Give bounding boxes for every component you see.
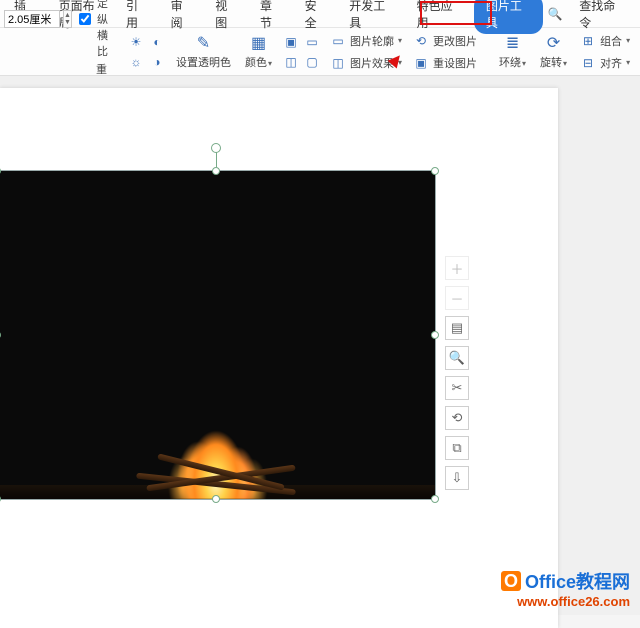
image-selection-frame[interactable] [0, 170, 436, 500]
magnifier-icon[interactable]: 🔍 [445, 346, 469, 370]
rotate-icon: ⟳ [544, 33, 564, 53]
rotate-stem [216, 151, 217, 167]
menu-section[interactable]: 章节 [250, 0, 293, 35]
rotate-handle[interactable] [211, 143, 221, 153]
search-command[interactable]: 🔍 查找命令 [545, 0, 640, 35]
wrap-icon: ≣ [503, 33, 523, 53]
contrast-icon[interactable]: ◐ [148, 33, 166, 51]
shadow-icon[interactable]: ◫ [282, 53, 300, 71]
group-button[interactable]: ⊞ 组合▾ [577, 31, 632, 51]
align-button[interactable]: ⊟ 对齐▾ [577, 53, 632, 73]
change-icon: ⟲ [412, 32, 430, 50]
effect-icon: ◫ [329, 54, 347, 72]
reset-pic-icon: ▣ [412, 54, 430, 72]
lock-aspect-checkbox[interactable] [79, 13, 91, 25]
layout-options-icon[interactable]: ▤ [445, 316, 469, 340]
inserted-image[interactable] [0, 171, 435, 499]
handle-s[interactable] [212, 495, 220, 503]
handle-e[interactable] [431, 331, 439, 339]
compress-icon[interactable]: ▣ [282, 33, 300, 51]
crop-icon[interactable]: ✂ [445, 376, 469, 400]
contrast-down-icon[interactable]: ◑ [148, 53, 166, 71]
watermark-url: www.office26.com [517, 594, 630, 609]
group-icon: ⊞ [579, 32, 597, 50]
ribbon-toolbar: ▲▼ 锁定纵横比 ▲▼ �ானவ 重设大小 ☀ ◐ ☼ ◑ ✎ 设置透明色 ▦ … [0, 28, 640, 76]
reset-picture-button[interactable]: ▣ 重设图片 [410, 53, 479, 73]
copy-icon[interactable]: ⧉ [445, 436, 469, 460]
watermark-title: Office教程网 [525, 568, 630, 594]
set-transparent-button[interactable]: ✎ 设置透明色 [172, 31, 235, 72]
image-logs [116, 463, 316, 491]
handle-ne[interactable] [431, 167, 439, 175]
change-picture-button[interactable]: ⟲ 更改图片 [410, 31, 479, 51]
height-spinner[interactable]: ▲▼ [63, 10, 72, 28]
color-icon: ▦ [249, 33, 269, 53]
align-icon: ⊟ [579, 54, 597, 72]
menu-security[interactable]: 安全 [295, 0, 338, 35]
outline-icon: ▭ [329, 32, 347, 50]
outline-button[interactable]: ▭ 图片轮廓▾ [327, 31, 404, 51]
zoom-in-icon[interactable]: ＋ [445, 256, 469, 280]
rotate-button[interactable]: ⟳ 旋转▾ [536, 31, 571, 72]
wand-icon: ✎ [194, 33, 214, 53]
tab-picture-tools[interactable]: 图片工具 [474, 0, 543, 34]
menu-dev-tools[interactable]: 开发工具 [339, 0, 404, 35]
color-button[interactable]: ▦ 颜色▾ [241, 31, 276, 72]
search-icon: 🔍 [545, 5, 565, 23]
adjust-icons: ☀ ◐ ☼ ◑ [127, 33, 166, 71]
wrap-button[interactable]: ≣ 环绕▾ [495, 31, 530, 72]
handle-n[interactable] [212, 167, 220, 175]
watermark-logo-icon: O [501, 571, 521, 591]
height-input[interactable] [4, 10, 60, 28]
search-label: 查找命令 [569, 0, 632, 35]
export-icon[interactable]: ⇩ [445, 466, 469, 490]
document-area: ＋ － ▤ 🔍 ✂ ⟲ ⧉ ⇩ [0, 76, 640, 615]
watermark: O Office教程网 www.office26.com [501, 568, 630, 609]
crop-tool-icon[interactable]: ▭ [303, 33, 321, 51]
frame-icon[interactable]: ▢ [303, 53, 321, 71]
zoom-out-icon[interactable]: － [445, 286, 469, 310]
handle-se[interactable] [431, 495, 439, 503]
brightness-icon[interactable]: ☀ [127, 33, 145, 51]
lock-aspect-label: 锁定纵横比 [97, 0, 111, 59]
image-float-toolbar: ＋ － ▤ 🔍 ✂ ⟲ ⧉ ⇩ [444, 256, 470, 490]
menu-review[interactable]: 审阅 [161, 0, 204, 35]
menu-references[interactable]: 引用 [116, 0, 159, 35]
menu-special-apps[interactable]: 特色应用 [407, 0, 472, 35]
brightness-down-icon[interactable]: ☼ [127, 53, 145, 71]
menu-view[interactable]: 视图 [205, 0, 248, 35]
replace-icon[interactable]: ⟲ [445, 406, 469, 430]
